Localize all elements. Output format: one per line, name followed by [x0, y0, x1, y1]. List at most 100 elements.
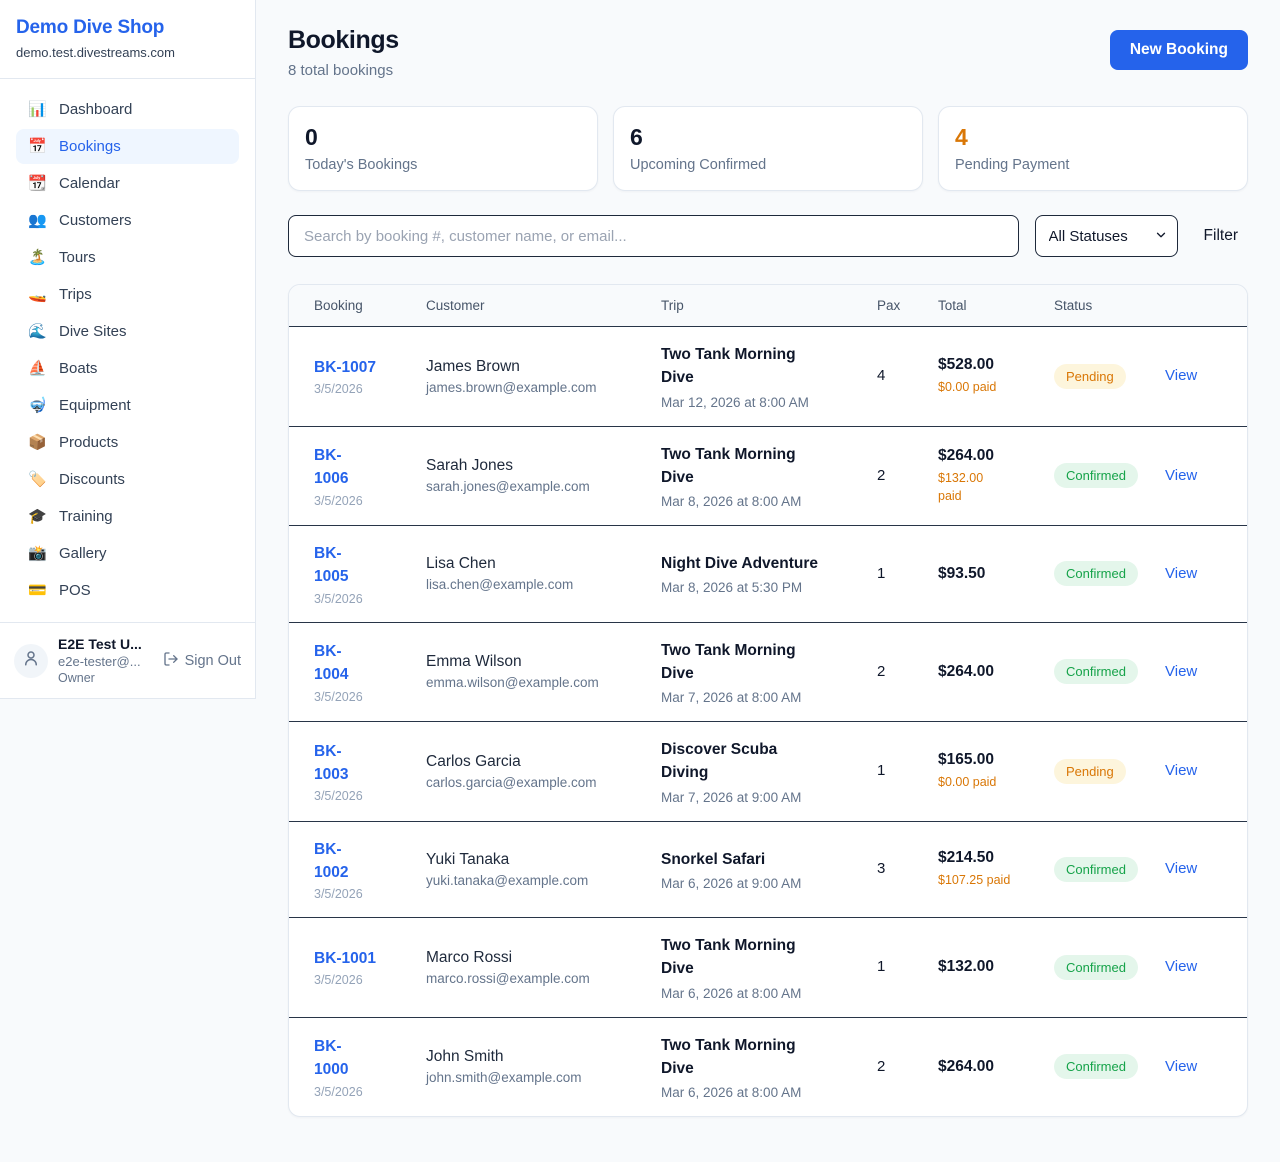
sidebar-item-equipment[interactable]: 🤿 Equipment — [16, 388, 239, 423]
customer-email: marco.rossi@example.com — [426, 971, 641, 986]
customer-name: Lisa Chen — [426, 555, 641, 573]
view-link[interactable]: View — [1165, 762, 1197, 779]
sidebar-item-dive-sites[interactable]: 🌊 Dive Sites — [16, 314, 239, 349]
filter-button[interactable]: Filter — [1194, 227, 1248, 245]
col-header-status: Status — [1044, 285, 1155, 327]
sidebar-item-trips[interactable]: 🚤 Trips — [16, 277, 239, 312]
equipment-mask-icon: 🤿 — [28, 398, 46, 413]
stat-card: 6 Upcoming Confirmed — [613, 106, 923, 191]
sidebar-item-gallery[interactable]: 📸 Gallery — [16, 536, 239, 571]
pax-count: 2 — [877, 663, 885, 680]
booking-number-link[interactable]: BK- 1006 — [314, 444, 406, 491]
pax-count: 2 — [877, 467, 885, 484]
customer-email: john.smith@example.com — [426, 1070, 641, 1085]
booking-number-link[interactable]: BK-1001 — [314, 947, 406, 970]
total-amount: $93.50 — [938, 565, 1034, 583]
user-name: E2E Test U... — [58, 636, 142, 652]
boats-sailboat-icon: ⛵ — [28, 361, 46, 376]
customer-name: John Smith — [426, 1048, 641, 1066]
total-amount: $214.50 — [938, 849, 1034, 867]
booking-number-link[interactable]: BK- 1005 — [314, 542, 406, 589]
pax-count: 4 — [877, 367, 885, 384]
view-link[interactable]: View — [1165, 860, 1197, 877]
sidebar-item-boats[interactable]: ⛵ Boats — [16, 351, 239, 386]
sidebar: Demo Dive Shop demo.test.divestreams.com… — [0, 0, 256, 699]
new-booking-button[interactable]: New Booking — [1110, 30, 1248, 70]
booking-number-link[interactable]: BK- 1004 — [314, 640, 406, 687]
trip-name: Two Tank Morning Dive — [661, 934, 857, 981]
booking-number-link[interactable]: BK-1007 — [314, 356, 406, 379]
dive-sites-wave-icon: 🌊 — [28, 324, 46, 339]
customer-name: Marco Rossi — [426, 949, 641, 967]
table-row: BK- 1000 3/5/2026 John Smith john.smith@… — [289, 1017, 1248, 1116]
sidebar-item-calendar[interactable]: 📆 Calendar — [16, 166, 239, 201]
total-amount: $528.00 — [938, 356, 1034, 374]
trip-datetime: Mar 12, 2026 at 8:00 AM — [661, 395, 857, 410]
view-link[interactable]: View — [1165, 467, 1197, 484]
total-amount: $264.00 — [938, 663, 1034, 681]
sidebar-item-pos[interactable]: 💳 POS — [16, 573, 239, 608]
paid-amount: $107.25 paid — [938, 871, 1034, 889]
page-title: Bookings — [288, 26, 399, 55]
sign-out-label: Sign Out — [185, 653, 241, 669]
trip-name: Discover Scuba Diving — [661, 738, 857, 785]
bookings-calendar-icon: 📅 — [28, 139, 46, 154]
status-badge: Confirmed — [1054, 561, 1138, 586]
trip-name: Two Tank Morning Dive — [661, 443, 857, 490]
trip-datetime: Mar 7, 2026 at 9:00 AM — [661, 790, 857, 805]
search-input[interactable] — [288, 215, 1019, 257]
status-badge: Confirmed — [1054, 659, 1138, 684]
filter-row: All Statuses Filter — [288, 215, 1248, 257]
status-badge: Confirmed — [1054, 1054, 1138, 1079]
page-title-block: Bookings 8 total bookings — [288, 26, 399, 79]
trip-datetime: Mar 8, 2026 at 8:00 AM — [661, 494, 857, 509]
sidebar-item-dashboard[interactable]: 📊 Dashboard — [16, 92, 239, 127]
customer-name: Emma Wilson — [426, 653, 641, 671]
booking-number-link[interactable]: BK- 1003 — [314, 740, 406, 787]
avatar — [14, 644, 48, 678]
booking-date: 3/5/2026 — [314, 973, 406, 987]
pax-count: 1 — [877, 958, 885, 975]
sidebar-item-customers[interactable]: 👥 Customers — [16, 203, 239, 238]
stats-row: 0 Today's Bookings 6 Upcoming Confirmed … — [288, 106, 1248, 191]
view-link[interactable]: View — [1165, 565, 1197, 582]
pax-count: 3 — [877, 860, 885, 877]
booking-number-link[interactable]: BK- 1002 — [314, 838, 406, 885]
customer-name: Yuki Tanaka — [426, 851, 641, 869]
status-badge: Pending — [1054, 759, 1126, 784]
trip-name: Two Tank Morning Dive — [661, 639, 857, 686]
booking-date: 3/5/2026 — [314, 382, 406, 396]
paid-amount: $0.00 paid — [938, 378, 1034, 396]
booking-date: 3/5/2026 — [314, 887, 406, 901]
total-amount: $264.00 — [938, 1058, 1034, 1076]
status-badge: Confirmed — [1054, 955, 1138, 980]
view-link[interactable]: View — [1165, 367, 1197, 384]
sidebar-item-bookings[interactable]: 📅 Bookings — [16, 129, 239, 164]
dashboard-chart-icon: 📊 — [28, 102, 46, 117]
col-header-pax: Pax — [867, 285, 928, 327]
trip-datetime: Mar 8, 2026 at 5:30 PM — [661, 580, 857, 595]
sidebar-item-discounts[interactable]: 🏷️ Discounts — [16, 462, 239, 497]
view-link[interactable]: View — [1165, 663, 1197, 680]
total-amount: $132.00 — [938, 958, 1034, 976]
sidebar-item-tours[interactable]: 🏝️ Tours — [16, 240, 239, 275]
customer-email: sarah.jones@example.com — [426, 479, 641, 494]
pax-count: 2 — [877, 1058, 885, 1075]
booking-date: 3/5/2026 — [314, 789, 406, 803]
sidebar-item-products[interactable]: 📦 Products — [16, 425, 239, 460]
status-select[interactable]: All Statuses — [1035, 215, 1178, 257]
col-header-view — [1155, 285, 1248, 327]
booking-number-link[interactable]: BK- 1000 — [314, 1035, 406, 1082]
pax-count: 1 — [877, 565, 885, 582]
total-amount: $165.00 — [938, 751, 1034, 769]
view-link[interactable]: View — [1165, 1058, 1197, 1075]
view-link[interactable]: View — [1165, 958, 1197, 975]
sidebar-item-training[interactable]: 🎓 Training — [16, 499, 239, 534]
col-header-total: Total — [928, 285, 1044, 327]
user-section: E2E Test U... e2e-tester@... Owner Sign … — [0, 622, 255, 698]
table-header-row: Booking Customer Trip Pax Total Status — [289, 285, 1248, 327]
booking-date: 3/5/2026 — [314, 690, 406, 704]
sign-out-button[interactable]: Sign Out — [163, 651, 241, 671]
training-grad-cap-icon: 🎓 — [28, 509, 46, 524]
customer-email: emma.wilson@example.com — [426, 675, 641, 690]
